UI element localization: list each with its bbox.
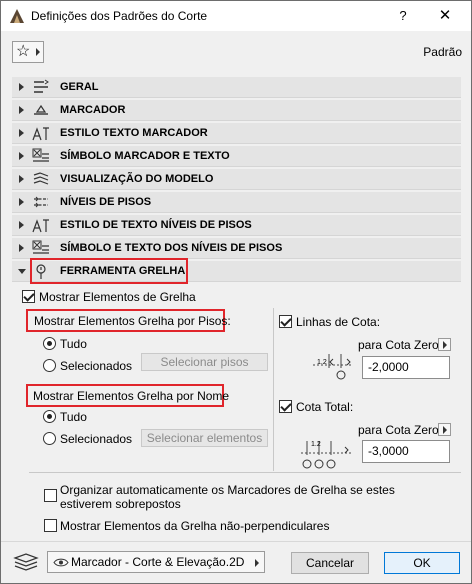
chevron-right-icon — [255, 559, 259, 567]
vertical-separator — [273, 308, 274, 471]
title-bar: Definições dos Padrões do Corte ? ✕ — [1, 1, 471, 31]
footer-separator — [1, 541, 471, 542]
expand-arrow-icon — [19, 83, 24, 91]
view-preset-value: Marcador - Corte & Elevação.2D — [71, 555, 245, 569]
name-all-label: Tudo — [60, 410, 87, 424]
panel-label: NÍVEIS DE PISOS — [60, 196, 152, 208]
panel-label: SÍMBOLO MARCADOR E TEXTO — [60, 150, 230, 162]
section-settings-dialog: Definições dos Padrões do Corte ? ✕ ☆ Pa… — [0, 0, 472, 584]
name-selected-label: Selecionados — [60, 432, 133, 446]
panel-label: VISUALIZAÇÃO DO MODELO — [60, 173, 214, 185]
by-name-title: Mostrar Elementos Grelha por Nome — [33, 389, 230, 403]
select-elements-button[interactable]: Selecionar elementos — [141, 429, 268, 447]
story-selected-radio[interactable] — [43, 359, 56, 372]
dimension-lines-label: Linhas de Cota: — [296, 315, 381, 329]
panel-label: ESTILO DE TEXTO NÍVEIS DE PISOS — [60, 219, 252, 231]
symbol-text-icon — [32, 240, 49, 254]
model-view-icon — [33, 172, 49, 185]
non-perpendicular-label: Mostrar Elementos da Grelha não-perpendi… — [60, 519, 330, 533]
marker-icon — [34, 104, 48, 115]
horizontal-separator — [29, 472, 461, 473]
archicad-app-icon — [10, 9, 24, 23]
story-all-radio[interactable] — [43, 337, 56, 350]
highlight-box — [30, 258, 188, 284]
panel-simbolo-niveis[interactable]: SÍMBOLO E TEXTO DOS NÍVEIS DE PISOS — [12, 238, 461, 259]
zero-dimension-menu-button[interactable] — [438, 338, 451, 351]
expand-arrow-icon — [19, 175, 24, 183]
panel-estilo-texto-niveis[interactable]: ESTILO DE TEXTO NÍVEIS DE PISOS — [12, 215, 461, 236]
zero-dimension-label-2: para Cota Zero — [358, 423, 439, 437]
story-selected-label: Selecionados — [60, 359, 133, 373]
story-levels-icon — [34, 196, 48, 208]
expand-arrow-icon — [19, 221, 24, 229]
panel-marcador[interactable]: MARCADOR — [12, 100, 461, 121]
dimension-lines-value-input[interactable]: -2,0000 — [362, 356, 450, 379]
story-all-label: Tudo — [60, 337, 87, 351]
total-dimension-label: Cota Total: — [296, 400, 354, 414]
panel-label: MARCADOR — [60, 104, 126, 116]
panel-label: GERAL — [60, 81, 99, 93]
preset-label: Padrão — [423, 45, 462, 59]
panel-niveis-pisos[interactable]: NÍVEIS DE PISOS — [12, 192, 461, 213]
total-dimension-checkbox[interactable] — [279, 400, 292, 413]
ok-button[interactable]: OK — [384, 552, 460, 574]
auto-arrange-checkbox[interactable] — [44, 489, 57, 502]
panel-label: SÍMBOLO E TEXTO DOS NÍVEIS DE PISOS — [60, 242, 283, 254]
total-dimension-value-input[interactable]: -3,0000 — [362, 440, 450, 463]
panel-estilo-texto-marcador[interactable]: ESTILO TEXTO MARCADOR — [12, 123, 461, 144]
help-button[interactable]: ? — [389, 5, 417, 27]
cancel-button[interactable]: Cancelar — [291, 552, 369, 574]
by-story-title: Mostrar Elementos Grelha por Pisos: — [34, 314, 231, 328]
dimension-lines-checkbox[interactable] — [279, 315, 292, 328]
zero-dimension-label: para Cota Zero — [358, 338, 439, 352]
text-style-icon — [32, 127, 49, 141]
general-settings-icon — [34, 79, 49, 93]
dimension-lines-diagram-icon — [313, 354, 353, 380]
dialog-title: Definições dos Padrões do Corte — [31, 9, 208, 23]
expand-arrow-icon — [19, 198, 24, 206]
auto-arrange-label: Organizar automaticamente os Marcadores … — [60, 483, 395, 511]
show-grid-elements-label: Mostrar Elementos de Grelha — [39, 290, 196, 304]
total-dimension-diagram-icon — [301, 441, 353, 469]
view-preset-dropdown[interactable]: Marcador - Corte & Elevação.2D — [47, 551, 265, 573]
panel-geral[interactable]: GERAL — [12, 77, 461, 98]
name-selected-radio[interactable] — [43, 432, 56, 445]
panel-simbolo-marcador[interactable]: SÍMBOLO MARCADOR E TEXTO — [12, 146, 461, 167]
layers-icon[interactable] — [13, 552, 39, 572]
show-grid-elements-checkbox[interactable] — [22, 290, 35, 303]
expand-arrow-icon — [19, 106, 24, 114]
text-style-icon — [32, 219, 49, 233]
diagram-label: 1.2 — [317, 359, 327, 366]
close-button[interactable]: ✕ — [431, 5, 459, 27]
non-perpendicular-checkbox[interactable] — [44, 519, 57, 532]
expand-arrow-icon — [19, 152, 24, 160]
expand-arrow-icon — [19, 129, 24, 137]
zero-dimension-menu-button-2[interactable] — [438, 423, 451, 436]
panel-label: ESTILO TEXTO MARCADOR — [60, 127, 208, 139]
triangle-right-icon — [36, 48, 40, 56]
diagram-label: 1.2 — [311, 441, 321, 448]
collapse-arrow-icon — [18, 269, 26, 274]
select-stories-button[interactable]: Selecionar pisos — [141, 353, 268, 371]
name-all-radio[interactable] — [43, 410, 56, 423]
symbol-text-icon — [32, 148, 49, 162]
eye-icon — [53, 558, 69, 567]
panel-visualizacao-modelo[interactable]: VISUALIZAÇÃO DO MODELO — [12, 169, 461, 190]
star-icon: ☆ — [16, 43, 31, 60]
favorites-button[interactable]: ☆ — [12, 41, 44, 63]
expand-arrow-icon — [19, 244, 24, 252]
